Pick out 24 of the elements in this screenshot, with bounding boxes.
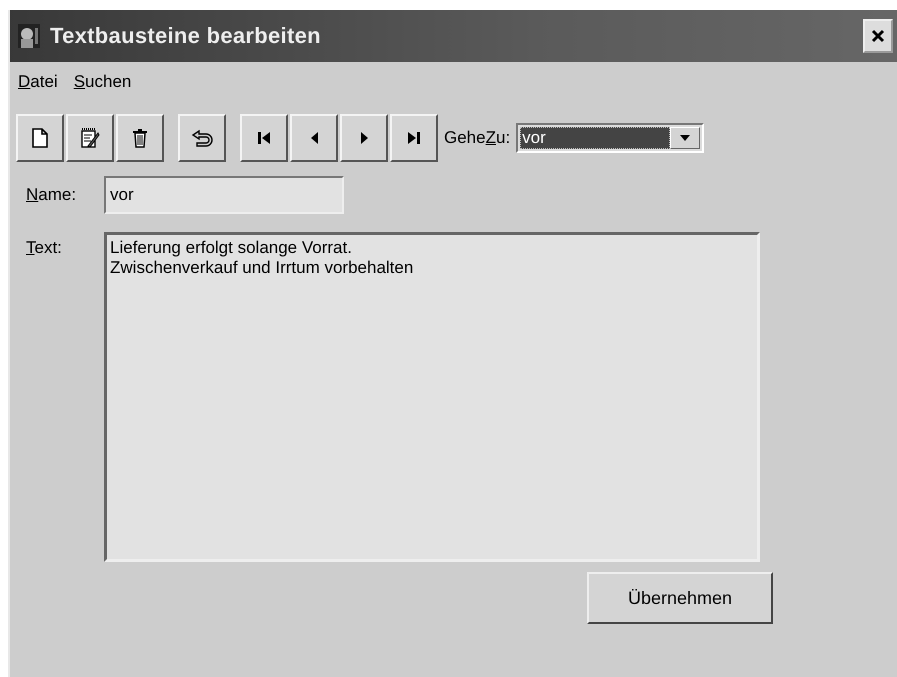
close-icon: [871, 29, 885, 43]
goto-dropdown[interactable]: vor: [516, 123, 704, 153]
toolbar-button[interactable]: [340, 114, 388, 162]
toolbar-button[interactable]: [178, 114, 226, 162]
menu-item[interactable]: Suchen: [74, 70, 132, 100]
apply-button[interactable]: Übernehmen: [587, 572, 773, 624]
name-field[interactable]: vor: [104, 176, 344, 214]
close-button[interactable]: [863, 19, 893, 53]
toolbar-button[interactable]: [16, 114, 64, 162]
window-title: Textbausteine bearbeiten: [50, 23, 322, 49]
right-triangle-icon: [360, 132, 368, 144]
toolbar-button[interactable]: [390, 114, 438, 162]
text-label: Text:: [26, 237, 63, 258]
goto-label: GeheZu:: [444, 128, 510, 148]
name-label: Name:: [26, 185, 78, 205]
toolbar-button[interactable]: [66, 114, 114, 162]
menu-item[interactable]: Datei: [18, 70, 58, 100]
toolbar-button[interactable]: [240, 114, 288, 162]
toolbar-button[interactable]: [116, 114, 164, 162]
caret-icon: [679, 134, 692, 142]
toolbar-button[interactable]: [290, 114, 338, 162]
app-icon: [18, 24, 40, 48]
left-triangle-icon: [310, 132, 318, 144]
text-area[interactable]: Lieferung erfolgt solange Vorrat. Zwischenverkauf und Irrtum vorbehalten: [104, 232, 760, 562]
